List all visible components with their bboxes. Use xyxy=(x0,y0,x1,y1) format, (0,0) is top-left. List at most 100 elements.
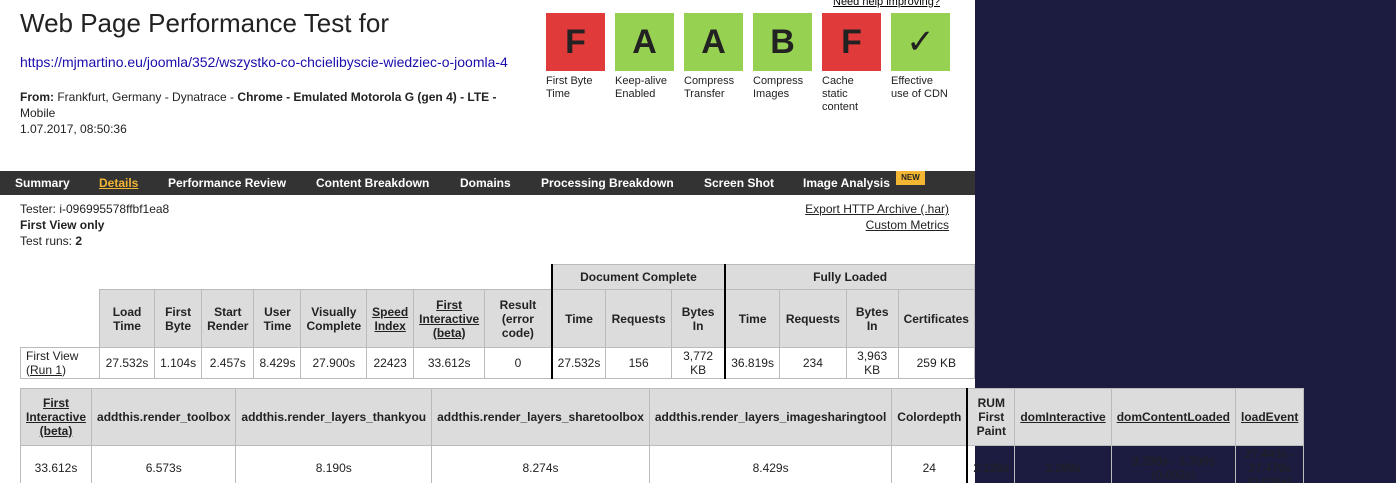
grade-tile: F xyxy=(822,13,881,71)
tested-url-link[interactable]: https://mjmartino.eu/joomla/352/wszystko… xyxy=(20,50,535,75)
grade-keep-alive[interactable]: A Keep-alive Enabled xyxy=(615,13,674,101)
cell-result: 0 xyxy=(484,347,553,379)
blank-header xyxy=(21,290,100,348)
grade-label: Keep-alive Enabled xyxy=(615,75,667,100)
cell-start-render: 2.457s xyxy=(201,347,255,379)
grade-compress-transfer[interactable]: A Compress Transfer xyxy=(684,13,743,101)
test-runs: Test runs: 2 xyxy=(20,233,169,249)
cell-full-requests: 234 xyxy=(778,347,847,379)
custom-metrics-table: First Interactive (beta) addthis.render_… xyxy=(19,388,1305,483)
right-links: Export HTTP Archive (.har) Custom Metric… xyxy=(805,201,949,233)
export-har-link[interactable]: Export HTTP Archive (.har) xyxy=(805,201,949,217)
page: Need help improving? Web Page Performanc… xyxy=(0,0,1305,483)
tab-content-breakdown[interactable]: Content Breakdown xyxy=(316,176,429,190)
cell-speed-index: 22423 xyxy=(366,347,415,379)
group-document-complete: Document Complete xyxy=(550,264,726,290)
header-first-byte: First Byte xyxy=(154,289,203,348)
header-dom-content-loaded[interactable]: domContentLoaded xyxy=(1110,388,1237,446)
results-header-row: Load Time First Byte Start Render User T… xyxy=(21,289,976,348)
grade-tile: F xyxy=(546,13,605,71)
grade-label: Effective use of CDN xyxy=(891,75,948,100)
header-certificates: Certificates xyxy=(897,289,976,348)
table-row: First View (Run 1) 27.532s 1.104s 2.457s… xyxy=(20,347,976,379)
custom-metrics-link[interactable]: Custom Metrics xyxy=(805,217,949,233)
checkmark-icon: ✓ xyxy=(891,13,950,71)
test-info: Tester: i-096995578ffbf1ea8 First View o… xyxy=(20,201,169,249)
cell-load-time: 27.532s xyxy=(98,347,156,379)
grade-label: Cache static content xyxy=(822,75,859,113)
tab-domains[interactable]: Domains xyxy=(460,176,511,190)
tab-details[interactable]: Details xyxy=(99,176,138,190)
cell-render-layers-imagesharingtool: 8.429s xyxy=(648,445,893,483)
header-rum-first-paint: RUM First Paint xyxy=(966,388,1016,446)
header-doc-time: Time xyxy=(550,289,607,348)
location-text: Frankfurt, Germany - Dynatrace - xyxy=(57,90,235,104)
from-label: From: xyxy=(20,90,54,104)
header-load-time: Load Time xyxy=(98,289,156,348)
header-first-interactive[interactable]: First Interactive (beta) xyxy=(413,289,486,348)
cell-full-bytes-in: 3,963 KB xyxy=(845,347,899,379)
header-full-bytes-in: Bytes In xyxy=(845,289,899,348)
grade-label: Compress Transfer xyxy=(684,75,735,100)
cell-full-time: 36.819s xyxy=(724,347,780,379)
tab-processing-breakdown[interactable]: Processing Breakdown xyxy=(541,176,674,190)
tab-summary[interactable]: Summary xyxy=(15,176,70,190)
cell-certificates: 259 KB xyxy=(897,347,976,379)
header-full-requests: Requests xyxy=(778,289,847,348)
header-doc-bytes-in: Bytes In xyxy=(670,289,726,348)
tab-image-analysis[interactable]: Image Analysis xyxy=(803,176,890,190)
first-view-only: First View only xyxy=(20,218,105,232)
header-dom-interactive[interactable]: domInteractive xyxy=(1014,388,1112,446)
cell-dom-content-loaded: 3.298s - 3.390s (0.092s) xyxy=(1110,445,1237,483)
header-render-layers-sharetoolbox: addthis.render_layers_sharetoolbox xyxy=(431,388,650,446)
run-1-link[interactable]: Run 1 xyxy=(30,363,62,377)
help-link[interactable]: Need help improving? xyxy=(833,0,940,8)
cell-load-event: 27.443s - 27.479s (0.036s) xyxy=(1235,445,1305,483)
grade-first-byte-time[interactable]: F First Byte Time xyxy=(546,13,605,101)
grade-cache-static[interactable]: F Cache static content xyxy=(822,13,881,114)
tab-screen-shot[interactable]: Screen Shot xyxy=(704,176,774,190)
new-badge: NEW xyxy=(896,171,925,185)
header-doc-requests: Requests xyxy=(605,289,672,348)
cell-doc-requests: 156 xyxy=(605,347,672,379)
tester-id: Tester: i-096995578ffbf1ea8 xyxy=(20,202,170,216)
cell-rum-first-paint: 2.128s xyxy=(966,445,1016,483)
grade-label: Compress Images xyxy=(753,75,804,100)
header-result: Result (error code) xyxy=(484,289,553,348)
grade-cdn[interactable]: ✓ Effective use of CDN xyxy=(891,13,950,101)
cell-render-toolbox: 6.573s xyxy=(91,445,237,483)
grade-label: First Byte Time xyxy=(546,75,593,100)
results-table: Document Complete Fully Loaded Load Time… xyxy=(20,264,976,379)
header-first-interactive[interactable]: First Interactive (beta) xyxy=(19,388,93,446)
cell-doc-time: 27.532s xyxy=(550,347,607,379)
group-fully-loaded: Fully Loaded xyxy=(724,264,976,290)
header-start-render: Start Render xyxy=(201,289,255,348)
grade-compress-images[interactable]: B Compress Images xyxy=(753,13,812,101)
cell-dom-interactive: 3.298s xyxy=(1014,445,1112,483)
header-render-layers-imagesharingtool: addthis.render_layers_imagesharingtool xyxy=(648,388,893,446)
cell-doc-bytes-in: 3,772 KB xyxy=(670,347,726,379)
header-speed-index[interactable]: Speed Index xyxy=(366,289,415,348)
cell-colordepth: 24 xyxy=(891,445,968,483)
page-title: Web Page Performance Test for xyxy=(20,8,390,38)
test-date: 1.07.2017, 08:50:36 xyxy=(20,122,127,136)
grade-tile: B xyxy=(753,13,812,71)
header-user-time: User Time xyxy=(253,289,302,348)
header-load-event[interactable]: loadEvent xyxy=(1235,388,1305,446)
header-render-toolbox: addthis.render_toolbox xyxy=(91,388,237,446)
test-runs-value: 2 xyxy=(75,234,83,248)
cell-render-layers-sharetoolbox: 8.274s xyxy=(431,445,650,483)
test-runs-label: Test runs: xyxy=(20,234,73,248)
cell-first-byte: 1.104s xyxy=(154,347,203,379)
test-location: From: Frankfurt, Germany - Dynatrace - C… xyxy=(20,89,535,121)
grade-tile: A xyxy=(684,13,743,71)
cell-first-interactive: 33.612s xyxy=(19,445,93,483)
header-full-time: Time xyxy=(724,289,780,348)
header-visually-complete: Visually Complete xyxy=(300,289,368,348)
tab-performance-review[interactable]: Performance Review xyxy=(168,176,286,190)
row-label-suffix: ) xyxy=(62,363,67,377)
cell-visually-complete: 27.900s xyxy=(300,347,368,379)
test-header: Web Page Performance Test for https://mj… xyxy=(20,8,535,137)
cell-render-layers-thankyou: 8.190s xyxy=(235,445,433,483)
table-row: 33.612s 6.573s 8.190s 8.274s 8.429s 24 2… xyxy=(19,445,1305,483)
